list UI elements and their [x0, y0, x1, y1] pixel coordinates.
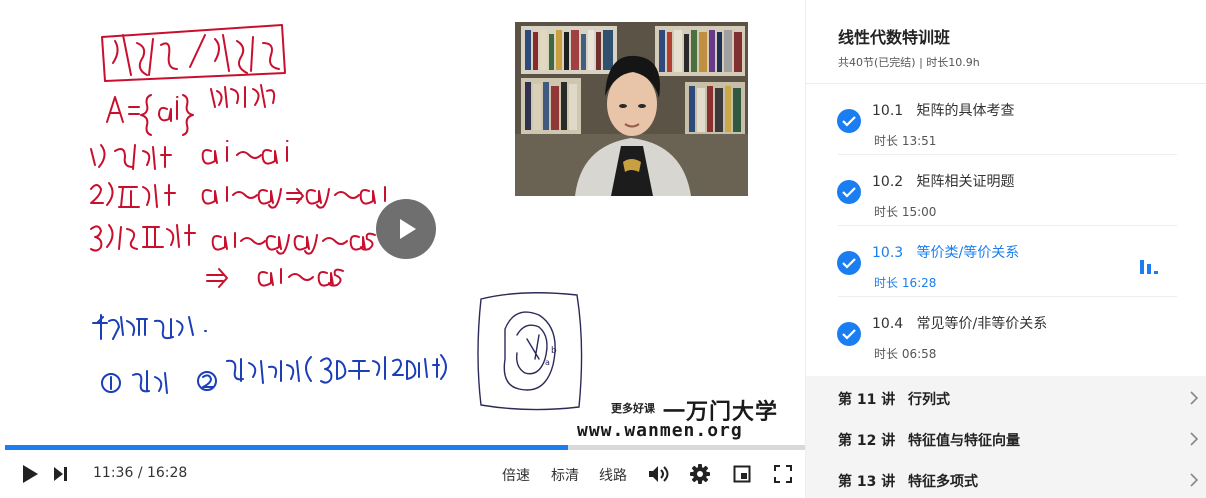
play-icon [23, 465, 38, 483]
lesson-number: 10.1 [872, 103, 904, 119]
lesson-title: 10.1 矩阵的具体考查 [872, 100, 1015, 120]
next-button[interactable] [52, 466, 68, 486]
svg-text:b: b [551, 346, 557, 356]
volume-icon [649, 466, 669, 482]
chapter-number: 第 12 讲 [838, 433, 896, 449]
quality-button[interactable]: 标清 [551, 465, 579, 485]
lesson-number: 10.2 [872, 174, 904, 190]
completed-check-icon [837, 251, 861, 275]
lesson-title: 10.3 等价类/等价关系 [872, 242, 1019, 262]
lesson-item-10-1[interactable]: 10.1 矩阵的具体考查 时长 13:51 [806, 84, 1206, 155]
course-header: 线性代数特训班 共40节(已完结) | 时长10.9h [806, 0, 1206, 84]
lesson-item-10-2[interactable]: 10.2 矩阵相关证明题 时长 15:00 [806, 155, 1206, 226]
volume-button[interactable] [648, 464, 670, 488]
big-play-icon [400, 219, 416, 239]
lecture-slide: b a 更多好课 一万门大学 www.wanmen.org [5, 5, 805, 446]
big-play-button[interactable] [376, 199, 436, 259]
lesson-duration: 时长 15:00 [874, 205, 937, 219]
chapter-list: 第 11 讲 行列式 第 12 讲 特征值与特征向量 第 13 讲 特征多项式 [806, 376, 1206, 498]
fullscreen-button[interactable] [774, 465, 792, 487]
chevron-right-icon [1190, 432, 1199, 446]
webcam-feed [515, 22, 748, 196]
course-meta: 共40节(已完结) | 时长10.9h [838, 56, 980, 69]
fullscreen-icon [774, 465, 792, 483]
webcam-image [515, 22, 748, 196]
lesson-duration: 时长 13:51 [874, 134, 937, 148]
current-time: 11:36 [93, 465, 134, 481]
lesson-item-10-3[interactable]: 10.3 等价类/等价关系 时长 16:28 [806, 226, 1206, 297]
video-player[interactable]: b a 更多好课 一万门大学 www.wanmen.org 11:36 / 16… [0, 0, 805, 498]
course-sidebar: 线性代数特训班 共40节(已完结) | 时长10.9h 10.1 矩阵的具体考查… [805, 0, 1206, 498]
completed-check-icon [837, 322, 861, 346]
chapter-name: 行列式 [908, 392, 950, 408]
lesson-name: 矩阵的具体考查 [916, 103, 1015, 119]
chapter-item-13[interactable]: 第 13 讲 特征多项式 [806, 458, 1206, 498]
lesson-name: 等价类/等价关系 [916, 245, 1020, 261]
duration: 16:28 [146, 465, 188, 481]
watermark-tagline: 更多好课 [611, 402, 655, 415]
lesson-name: 常见等价/非等价关系 [916, 316, 1048, 332]
gear-icon [690, 464, 710, 484]
chevron-right-icon [1190, 473, 1199, 487]
speed-button[interactable]: 倍速 [502, 465, 530, 485]
picture-in-picture-icon [733, 465, 751, 483]
picture-in-picture-button[interactable] [733, 465, 751, 487]
player-controls: 11:36 / 16:28 倍速 标清 线路 [5, 450, 805, 498]
time-display: 11:36 / 16:28 [93, 465, 187, 481]
settings-button[interactable] [690, 464, 710, 488]
lesson-item-10-4[interactable]: 10.4 常见等价/非等价关系 时长 06:58 [806, 297, 1206, 368]
lesson-duration: 时长 16:28 [874, 276, 937, 290]
completed-check-icon [837, 180, 861, 204]
lesson-title: 10.4 常见等价/非等价关系 [872, 313, 1047, 333]
chapter-item-11[interactable]: 第 11 讲 行列式 [806, 376, 1206, 417]
chapter-item-12[interactable]: 第 12 讲 特征值与特征向量 [806, 417, 1206, 458]
chapter-number: 第 11 讲 [838, 392, 896, 408]
lesson-title: 10.2 矩阵相关证明题 [872, 171, 1015, 191]
route-button[interactable]: 线路 [599, 465, 627, 485]
lesson-duration: 时长 06:58 [874, 347, 937, 361]
now-playing-icon [1140, 260, 1170, 274]
lesson-name: 矩阵相关证明题 [916, 174, 1015, 190]
chapter-name: 特征值与特征向量 [908, 433, 1020, 449]
lesson-list: 10.1 矩阵的具体考查 时长 13:51 10.2 矩阵相关证明题 时长 15… [806, 84, 1206, 376]
chapter-number: 第 13 讲 [838, 474, 896, 490]
watermark-url: www.wanmen.org [577, 420, 743, 441]
chevron-right-icon [1190, 391, 1199, 405]
next-icon [54, 467, 67, 481]
completed-check-icon [837, 109, 861, 133]
course-title: 线性代数特训班 [838, 28, 951, 47]
time-separator: / [137, 465, 143, 481]
play-button[interactable] [20, 464, 40, 488]
watermark: 更多好课 一万门大学 www.wanmen.org [577, 396, 783, 444]
lesson-number: 10.3 [872, 245, 904, 261]
lesson-number: 10.4 [872, 316, 904, 332]
svg-text:a: a [545, 358, 550, 367]
chapter-name: 特征多项式 [908, 474, 978, 490]
